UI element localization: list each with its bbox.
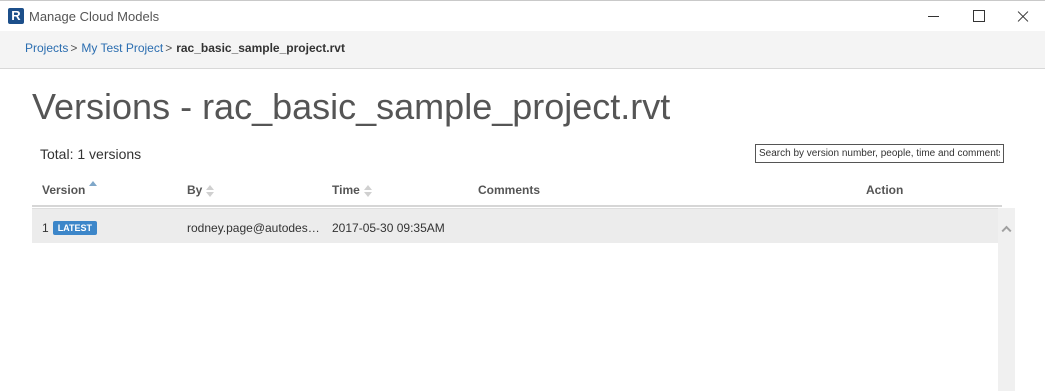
- breadcrumb-separator: >: [70, 41, 78, 55]
- page-title: Versions - rac_basic_sample_project.rvt: [32, 86, 671, 127]
- search-input[interactable]: [755, 144, 1004, 163]
- sort-icon: [363, 184, 372, 197]
- by-cell: rodney.page@autodes…: [187, 221, 320, 235]
- column-header-label: Time: [332, 183, 360, 197]
- version-number: 1: [42, 221, 49, 235]
- sort-ascending-icon: [89, 180, 98, 197]
- sort-icon: [206, 184, 215, 197]
- column-header-time[interactable]: Time: [332, 183, 372, 197]
- version-cell: 1 LATEST: [42, 221, 98, 235]
- breadcrumb-link-project[interactable]: My Test Project: [81, 41, 163, 55]
- revit-logo-icon: R: [8, 8, 24, 24]
- column-header-label: Version: [42, 183, 86, 197]
- breadcrumb: Projects > My Test Project > rac_basic_sampl…: [25, 41, 345, 55]
- close-icon[interactable]: [1000, 1, 1045, 32]
- window-title: Manage Cloud Models: [29, 9, 160, 24]
- breadcrumb-bar: Projects > My Test Project > rac_basic_sampl…: [0, 31, 1045, 69]
- table-row[interactable]: 1 LATEST rodney.page@autodes… 2017-05-30 …: [32, 208, 998, 243]
- chevron-up-icon[interactable]: [1001, 224, 1011, 234]
- breadcrumb-separator: >: [165, 41, 173, 55]
- column-header-version[interactable]: Version: [42, 180, 98, 197]
- column-header-label: By: [187, 183, 203, 197]
- breadcrumb-link-projects[interactable]: Projects: [25, 41, 68, 55]
- minimize-icon[interactable]: [910, 1, 956, 32]
- title-bar: R Manage Cloud Models: [0, 0, 1045, 31]
- time-cell: 2017-05-30 09:35AM: [332, 221, 445, 235]
- column-header-action: Action: [866, 183, 904, 197]
- column-header-by[interactable]: By: [187, 183, 215, 197]
- table-header: Version By Time Comments Action: [32, 176, 1002, 207]
- column-header-comments: Comments: [478, 183, 541, 197]
- breadcrumb-current: rac_basic_sample_project.rvt: [176, 41, 345, 55]
- total-count: Total: 1 versions: [40, 146, 142, 162]
- latest-badge: LATEST: [52, 221, 98, 235]
- vertical-scrollbar[interactable]: [998, 208, 1015, 391]
- maximize-icon[interactable]: [955, 1, 1001, 32]
- table-body: 1 LATEST rodney.page@autodes… 2017-05-30 …: [32, 208, 998, 391]
